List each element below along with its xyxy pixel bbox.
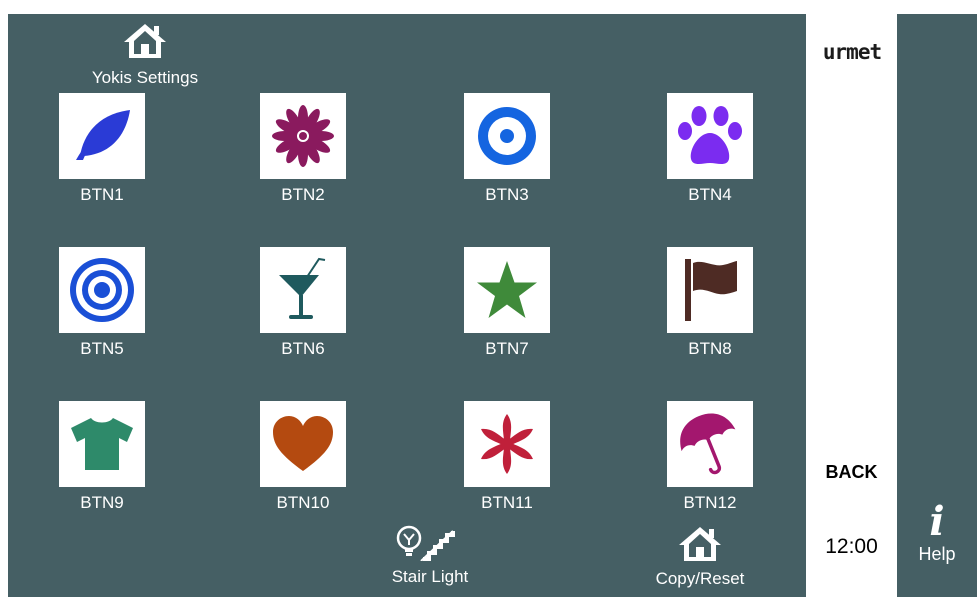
back-button[interactable]: BACK bbox=[806, 462, 897, 483]
main-panel: Yokis Settings BTN1 BTN2 BTN3 BTN4 BTN5 … bbox=[8, 14, 806, 597]
btn5-tile[interactable]: BTN5 bbox=[42, 247, 162, 379]
home-icon bbox=[124, 24, 166, 58]
star-icon bbox=[477, 261, 537, 318]
intercom-screen: Yokis Settings BTN1 BTN2 BTN3 BTN4 BTN5 … bbox=[0, 0, 977, 597]
help-button[interactable]: i Help bbox=[897, 500, 977, 565]
btn10-label: BTN10 bbox=[276, 493, 330, 512]
home-icon bbox=[679, 527, 721, 561]
help-panel: i Help bbox=[897, 14, 977, 597]
stair-light-label: Stair Light bbox=[391, 567, 469, 586]
btn8-tile[interactable]: BTN8 bbox=[650, 247, 770, 379]
copy-reset-label: Copy/Reset bbox=[655, 569, 745, 588]
ring-icon bbox=[478, 107, 536, 165]
btn10-icon-box bbox=[260, 401, 346, 487]
help-label: Help bbox=[918, 544, 956, 564]
btn7-tile[interactable]: BTN7 bbox=[447, 247, 567, 379]
btn10-tile[interactable]: BTN10 bbox=[243, 401, 363, 533]
btn9-icon-box bbox=[59, 401, 145, 487]
btn8-label: BTN8 bbox=[688, 339, 732, 358]
yokis-settings-label: Yokis Settings bbox=[91, 68, 199, 87]
side-panel: urmet BACK 12:00 bbox=[806, 14, 897, 597]
btn3-label: BTN3 bbox=[485, 185, 529, 204]
btn1-label: BTN1 bbox=[80, 185, 124, 204]
btn11-label: BTN11 bbox=[481, 493, 533, 512]
btn6-label: BTN6 bbox=[281, 339, 325, 358]
yokis-settings-button[interactable]: Yokis Settings bbox=[82, 22, 208, 88]
tshirt-icon bbox=[71, 418, 133, 470]
btn9-label: BTN9 bbox=[80, 493, 124, 512]
info-icon: i bbox=[929, 498, 945, 545]
btn3-icon-box bbox=[464, 93, 550, 179]
btn5-icon-box bbox=[59, 247, 145, 333]
btn12-icon-box bbox=[667, 401, 753, 487]
flower-icon bbox=[272, 105, 334, 167]
btn1-tile[interactable]: BTN1 bbox=[42, 93, 162, 225]
umbrella-icon bbox=[680, 413, 736, 475]
btn7-icon-box bbox=[464, 247, 550, 333]
btn6-tile[interactable]: BTN6 bbox=[243, 247, 363, 379]
btn2-label: BTN2 bbox=[281, 185, 325, 204]
btn12-tile[interactable]: BTN12 bbox=[650, 401, 770, 533]
btn12-label: BTN12 bbox=[683, 493, 737, 512]
btn8-icon-box bbox=[667, 247, 753, 333]
stair-light-icon bbox=[396, 525, 455, 561]
flag-icon bbox=[685, 259, 737, 321]
btn11-tile[interactable]: BTN11 bbox=[447, 401, 567, 533]
btn9-tile[interactable]: BTN9 bbox=[42, 401, 162, 533]
paw-icon bbox=[678, 106, 742, 164]
btn1-icon-box bbox=[59, 93, 145, 179]
copy-reset-button[interactable]: Copy/Reset bbox=[642, 525, 758, 589]
urmet-logo: urmet bbox=[822, 40, 882, 64]
target-icon bbox=[70, 258, 134, 322]
stair-light-button[interactable]: Stair Light bbox=[377, 525, 483, 587]
btn6-icon-box bbox=[260, 247, 346, 333]
btn7-label: BTN7 bbox=[485, 339, 529, 358]
clock: 12:00 bbox=[825, 535, 878, 558]
btn4-tile[interactable]: BTN4 bbox=[650, 93, 770, 225]
leaf-icon bbox=[76, 110, 130, 160]
btn2-tile[interactable]: BTN2 bbox=[243, 93, 363, 225]
btn2-icon-box bbox=[260, 93, 346, 179]
cocktail-icon bbox=[279, 257, 326, 319]
btn4-label: BTN4 bbox=[688, 185, 732, 204]
btn11-icon-box bbox=[464, 401, 550, 487]
btn4-icon-box bbox=[667, 93, 753, 179]
btn3-tile[interactable]: BTN3 bbox=[447, 93, 567, 225]
asterisk-icon bbox=[481, 414, 533, 474]
heart-icon bbox=[273, 416, 333, 471]
btn5-label: BTN5 bbox=[80, 339, 124, 358]
